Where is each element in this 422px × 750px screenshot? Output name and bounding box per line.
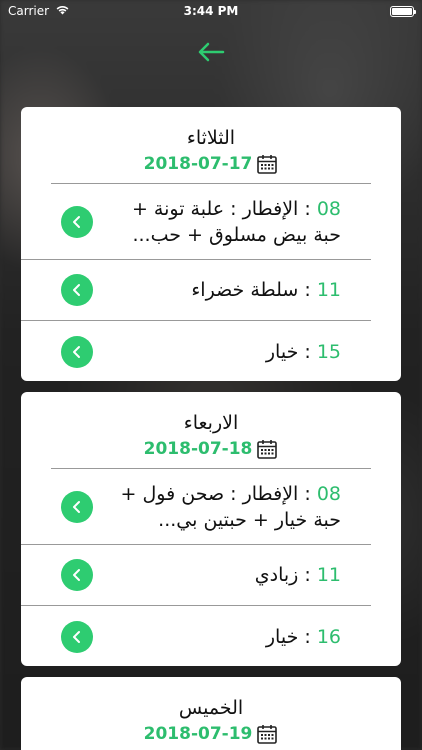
arrow-left-icon [198, 42, 225, 62]
calendar-icon [256, 153, 278, 175]
chevron-left-icon [73, 500, 80, 513]
meal-description: خيار [265, 625, 299, 648]
meal-row[interactable]: 16 : خيار [21, 606, 371, 666]
meal-description: زبادي [254, 564, 299, 586]
chevron-left-icon [73, 284, 80, 296]
meal-time: 08 [316, 197, 341, 220]
meal-row[interactable]: 15 : خيار [21, 321, 371, 381]
day-card: الثلاثاء 2018-07-17 08 : الإفطار : علبة … [21, 107, 401, 381]
calendar-icon [256, 438, 278, 460]
open-meal-button[interactable] [61, 620, 93, 653]
meal-time: 11 [316, 279, 341, 301]
back-button[interactable] [196, 38, 226, 66]
chevron-left-icon [73, 215, 80, 228]
day-name: الاربعاء [183, 412, 239, 434]
date-label: 2018-07-19 [143, 724, 253, 744]
meal-description: خيار [265, 340, 299, 363]
calendar-icon [256, 723, 278, 745]
day-name: الخميس [178, 697, 244, 719]
chevron-left-icon [73, 569, 80, 581]
meal-row[interactable]: 11 : زبادي [21, 545, 371, 606]
status-time: 3:44 PM [183, 4, 239, 18]
meal-row[interactable]: 08 : الإفطار : صحن فول + حبة خيار + حبتي… [21, 469, 371, 545]
chevron-left-icon [73, 345, 80, 358]
meal-time: 08 [316, 482, 341, 505]
day-name: الثلاثاء [186, 127, 236, 149]
day-card: الخميس 2018-07-19 [21, 677, 401, 750]
open-meal-button[interactable] [61, 274, 93, 306]
open-meal-button[interactable] [61, 205, 93, 238]
meal-time: 16 [316, 625, 341, 648]
day-card: الاربعاء 2018-07-18 08 : الإفطار : صحن ف… [21, 392, 401, 666]
open-meal-button[interactable] [61, 490, 93, 523]
open-meal-button[interactable] [61, 335, 93, 368]
meal-description: الإفطار : علبة تونة + حبة بيض مسلوق + حب… [131, 197, 341, 246]
meal-time: 11 [316, 564, 341, 586]
date-label: 2018-07-17 [143, 154, 253, 174]
date-label: 2018-07-18 [143, 439, 253, 459]
meal-description: سلطة خضراء [191, 279, 299, 301]
chevron-left-icon [73, 630, 80, 643]
status-bar: Carrier 3:44 PM [0, 0, 422, 22]
open-meal-button[interactable] [61, 559, 93, 591]
battery-icon [390, 5, 416, 17]
meal-row[interactable]: 11 : سلطة خضراء [21, 260, 371, 321]
meal-description: الإفطار : صحن فول + حبة خيار + حبتين بي.… [120, 482, 341, 531]
meal-time: 15 [316, 340, 341, 363]
meal-row[interactable]: 08 : الإفطار : علبة تونة + حبة بيض مسلوق… [21, 184, 371, 260]
